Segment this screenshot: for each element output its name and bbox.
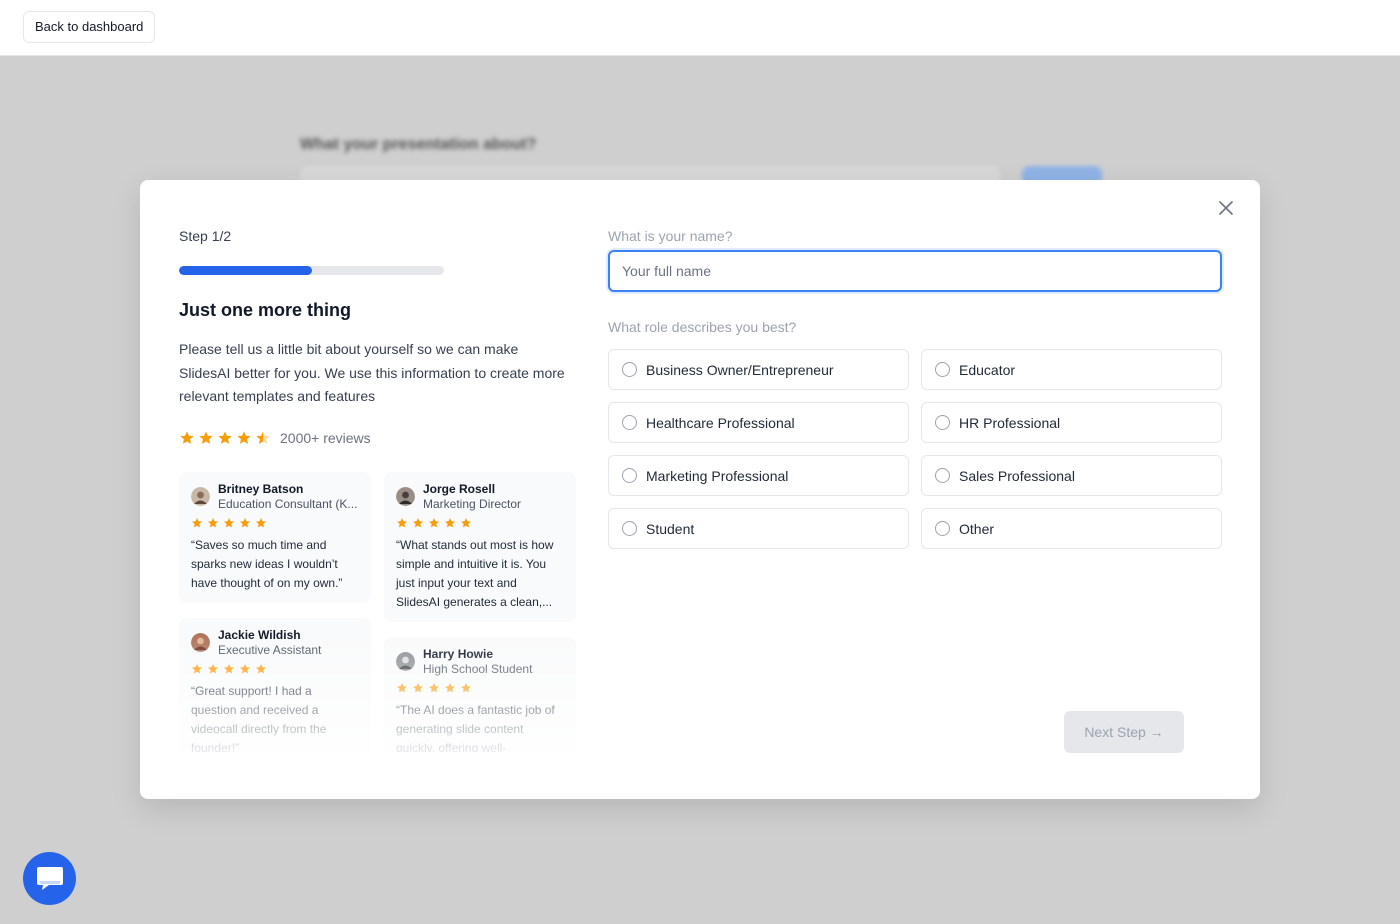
step-indicator: Step 1/2 — [179, 228, 232, 244]
testimonial-quote: “What stands out most is how simple and … — [396, 538, 554, 609]
star-icon — [256, 431, 270, 444]
role-option[interactable]: Healthcare Professional — [608, 402, 909, 443]
testimonial-quote: “Saves so much time and sparks new ideas… — [191, 538, 343, 590]
modal-title: Just one more thing — [179, 300, 352, 320]
testimonial-card: Britney Batson Education Consultant (K..… — [179, 472, 371, 603]
testimonial-stars — [191, 663, 359, 675]
testimonial-card: Harry Howie High School Student “The AI … — [384, 637, 576, 752]
testimonial-quote: “The AI does a fantastic job of generati… — [396, 703, 555, 752]
progress-bar — [179, 266, 444, 275]
full-name-input[interactable] — [608, 250, 1222, 292]
avatar — [191, 633, 210, 652]
star-icon — [208, 518, 218, 528]
star-icon — [461, 683, 471, 693]
next-step-button[interactable]: Next Step → — [1064, 711, 1184, 753]
star-icon — [413, 518, 423, 528]
role-option-label: Healthcare Professional — [646, 414, 795, 431]
rating-summary: 2000+ reviews — [179, 430, 371, 446]
radio-button[interactable] — [935, 415, 950, 430]
role-option-label: Sales Professional — [959, 467, 1075, 484]
testimonial-card: Jackie Wildish Executive Assistant “Grea… — [179, 618, 371, 752]
radio-button[interactable] — [622, 521, 637, 536]
name-label: What is your name? — [608, 228, 733, 244]
progress-bar-fill — [179, 266, 312, 275]
role-option[interactable]: Other — [921, 508, 1222, 549]
star-icon — [256, 664, 266, 674]
testimonial-name: Harry Howie — [423, 647, 494, 661]
top-bar: Back to dashboard — [0, 0, 1400, 56]
form-panel: What is your name? What role describes y… — [608, 180, 1222, 799]
star-icon — [224, 518, 234, 528]
intro-panel: Step 1/2 Just one more thing Please tell… — [179, 180, 579, 799]
star-icon — [192, 518, 202, 528]
avatar — [191, 487, 210, 506]
role-option[interactable]: Student — [608, 508, 909, 549]
star-icon — [199, 431, 213, 444]
testimonial-role: Executive Assistant — [218, 643, 322, 657]
role-options: Business Owner/Entrepreneur Educator Hea… — [608, 349, 1222, 549]
star-icon — [240, 518, 250, 528]
onboarding-modal: Step 1/2 Just one more thing Please tell… — [140, 180, 1260, 799]
star-icon — [180, 431, 194, 444]
role-option-label: Marketing Professional — [646, 467, 789, 484]
star-icon — [237, 431, 251, 444]
testimonial-stars — [191, 517, 359, 529]
star-icon — [208, 664, 218, 674]
role-option-label: Student — [646, 520, 695, 537]
star-icon — [240, 664, 250, 674]
star-icon — [429, 683, 439, 693]
role-option[interactable]: Marketing Professional — [608, 455, 909, 496]
testimonial-name: Jorge Rosell — [423, 482, 496, 496]
testimonial-stars — [396, 682, 564, 694]
star-icon — [429, 518, 439, 528]
testimonial-card: Jorge Rosell Marketing Director “What st… — [384, 472, 576, 622]
avatar — [396, 487, 415, 506]
modal-description: Please tell us a little bit about yourse… — [179, 341, 565, 404]
star-icon — [224, 664, 234, 674]
reviews-count: 2000+ reviews — [280, 430, 371, 446]
testimonial-name: Britney Batson — [218, 482, 304, 496]
testimonial-role: Marketing Director — [423, 497, 522, 511]
testimonial-stars — [396, 517, 564, 529]
star-icon — [413, 683, 423, 693]
star-icon — [256, 518, 266, 528]
role-option[interactable]: Sales Professional — [921, 455, 1222, 496]
star-icon — [397, 518, 407, 528]
role-option-label: Educator — [959, 361, 1016, 378]
radio-button[interactable] — [935, 468, 950, 483]
role-label: What role describes you best? — [608, 319, 797, 335]
rating-stars — [179, 430, 271, 446]
avatar — [396, 652, 415, 671]
testimonial-name: Jackie Wildish — [218, 628, 301, 642]
background-heading: What your presentation about? — [300, 136, 537, 153]
chat-widget-button[interactable] — [23, 852, 76, 905]
star-icon — [445, 518, 455, 528]
star-icon — [218, 431, 232, 444]
testimonials: Britney Batson Education Consultant (K..… — [179, 472, 577, 752]
testimonial-quote: “Great support! I had a question and rec… — [191, 684, 327, 752]
role-option-label: HR Professional — [959, 414, 1061, 431]
star-icon — [445, 683, 455, 693]
radio-button[interactable] — [622, 362, 637, 377]
radio-button[interactable] — [935, 521, 950, 536]
chat-icon — [36, 866, 63, 890]
role-option[interactable]: HR Professional — [921, 402, 1222, 443]
role-option[interactable]: Business Owner/Entrepreneur — [608, 349, 909, 390]
radio-button[interactable] — [935, 362, 950, 377]
star-icon — [397, 683, 407, 693]
role-option[interactable]: Educator — [921, 349, 1222, 390]
star-icon — [461, 518, 471, 528]
radio-button[interactable] — [622, 415, 637, 430]
role-option-label: Other — [959, 520, 995, 537]
star-icon — [192, 664, 202, 674]
testimonial-role: Education Consultant (K... — [218, 497, 358, 511]
testimonial-role: High School Student — [423, 662, 533, 676]
role-option-label: Business Owner/Entrepreneur — [646, 361, 834, 378]
back-to-dashboard-button[interactable]: Back to dashboard — [23, 11, 156, 43]
radio-button[interactable] — [622, 468, 637, 483]
